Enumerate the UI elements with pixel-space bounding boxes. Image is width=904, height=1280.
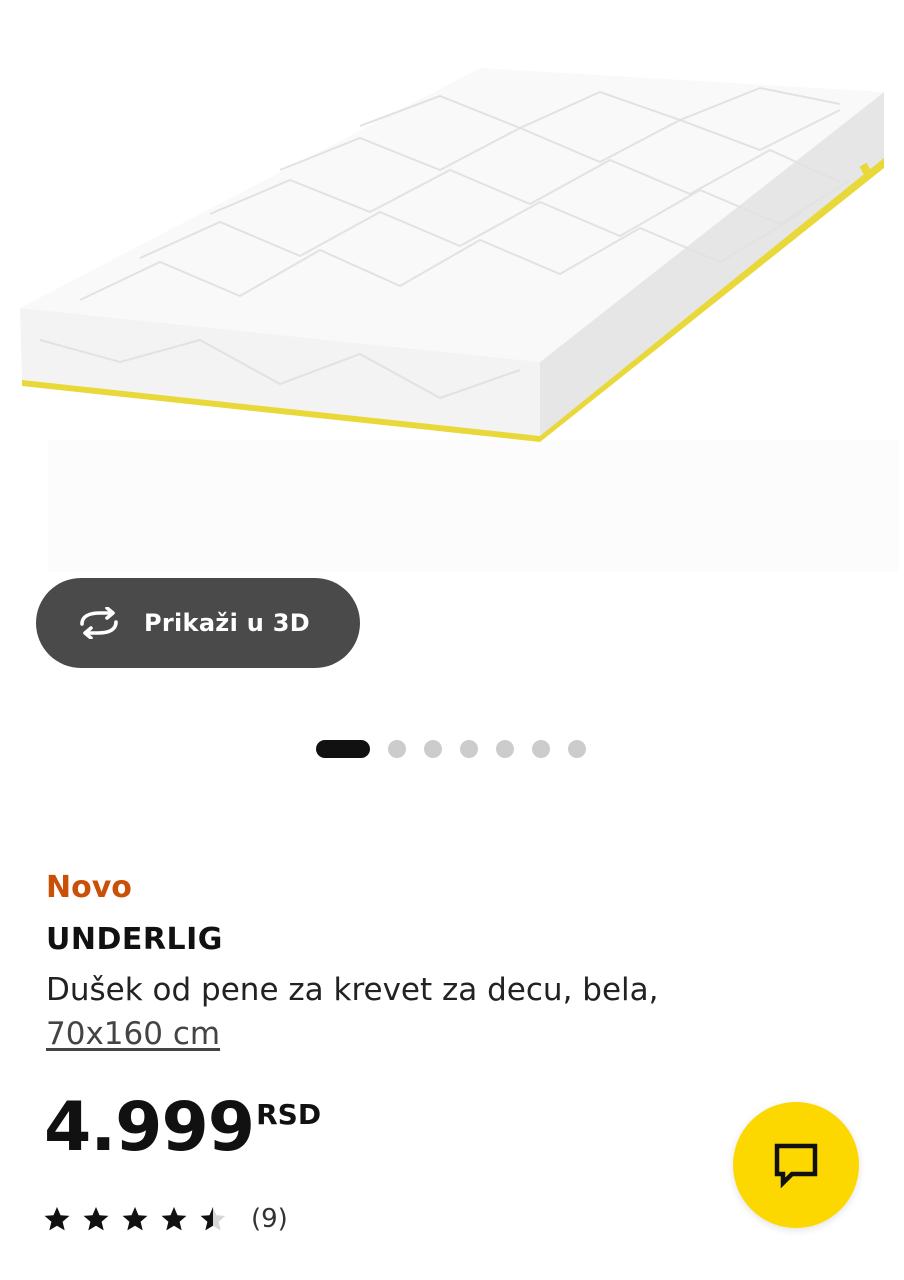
rating-stars — [44, 1206, 239, 1232]
star-icon — [44, 1207, 70, 1231]
pagination-dot[interactable] — [388, 740, 406, 758]
view-3d-button[interactable]: Prikaži u 3D — [36, 578, 360, 668]
pagination-dot[interactable] — [460, 740, 478, 758]
star-icon — [161, 1207, 187, 1231]
chat-bubble-icon — [774, 1143, 818, 1189]
chat-button[interactable] — [733, 1102, 859, 1228]
pagination-dot[interactable] — [496, 740, 514, 758]
star-icon — [200, 1207, 226, 1231]
star-icon — [83, 1207, 109, 1231]
product-price: 4.999 RSD — [44, 1090, 321, 1166]
new-badge: Novo — [46, 870, 132, 905]
mattress-image — [20, 68, 898, 572]
star-icon — [122, 1207, 148, 1231]
gallery-pagination — [316, 739, 586, 759]
product-image-gallery[interactable] — [0, 0, 904, 575]
product-description: Dušek od pene za krevet za decu, bela, — [46, 972, 659, 1008]
review-count: (9) — [251, 1204, 288, 1234]
pagination-dot[interactable] — [424, 740, 442, 758]
price-currency: RSD — [256, 1098, 322, 1131]
view-3d-label: Prikaži u 3D — [144, 609, 311, 637]
product-size-link[interactable]: 70x160 cm — [46, 1012, 220, 1056]
product-rating[interactable]: (9) — [44, 1204, 288, 1234]
pagination-dot[interactable] — [568, 740, 586, 758]
pagination-dot[interactable] — [532, 740, 550, 758]
product-name: UNDERLIG — [46, 922, 223, 957]
price-amount: 4.999 — [44, 1088, 255, 1167]
rotate-arrows-icon — [80, 607, 118, 639]
pagination-dot-active[interactable] — [316, 740, 370, 758]
